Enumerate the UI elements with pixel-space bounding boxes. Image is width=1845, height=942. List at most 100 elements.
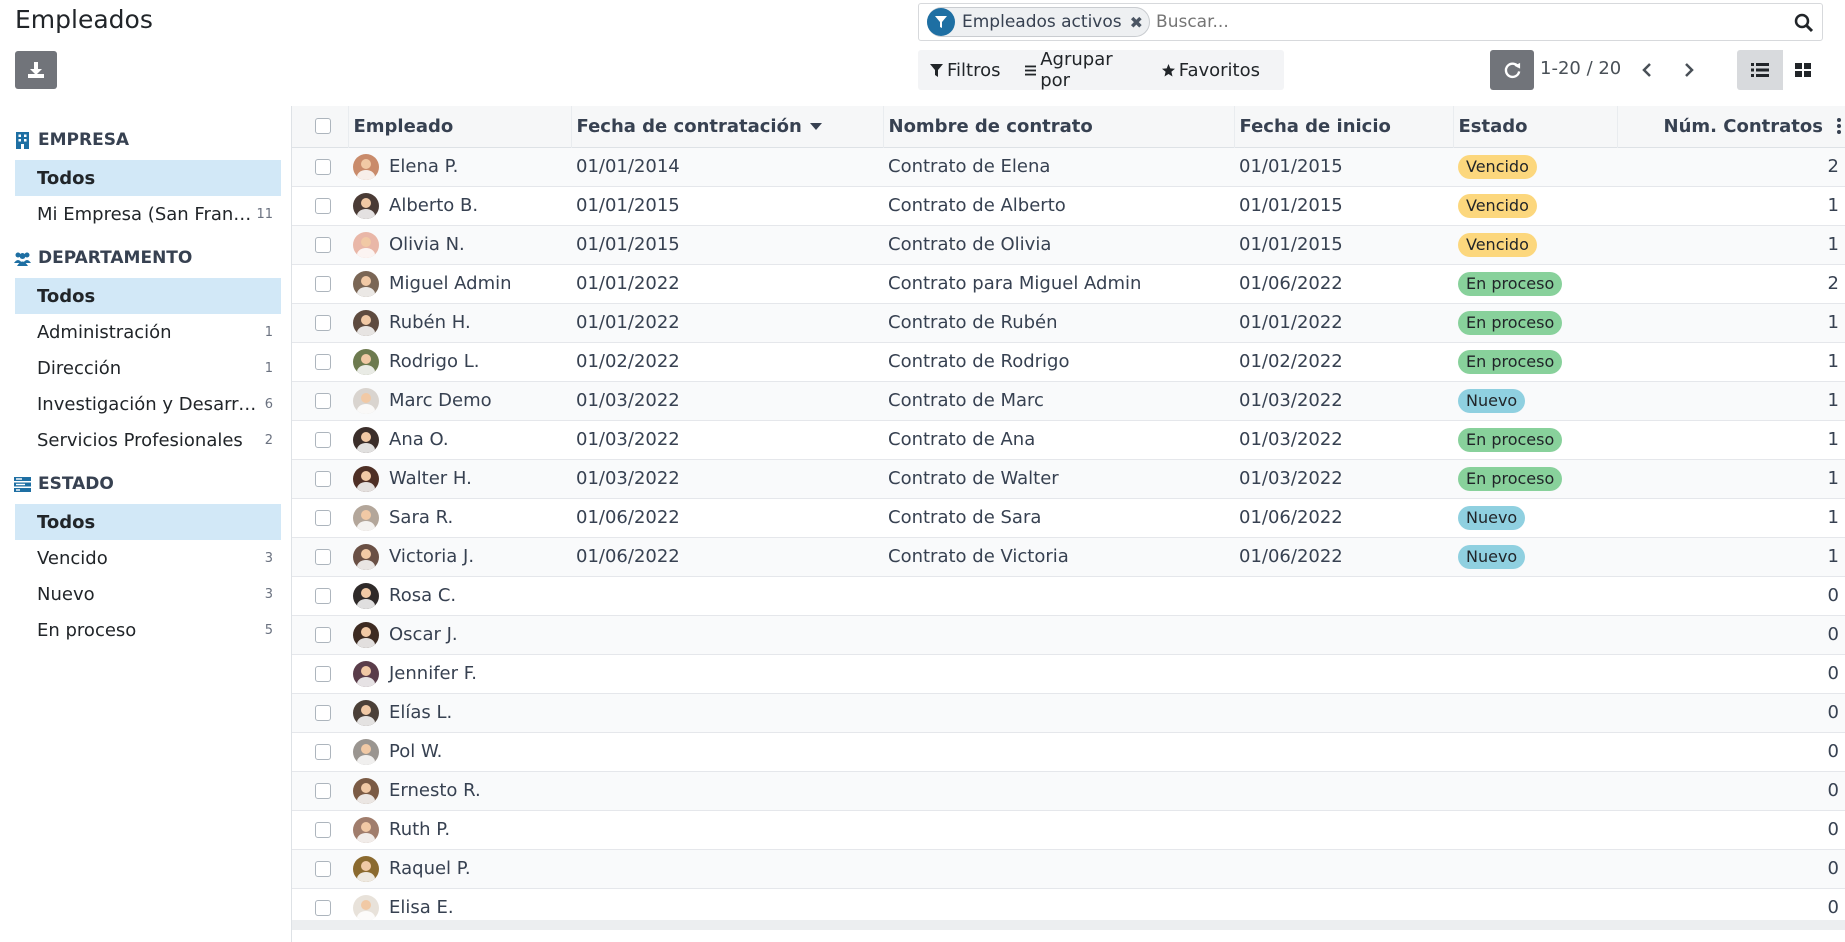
table-row[interactable]: Marc Demo 01/03/2022 Contrato de Marc 01/03… [292, 381, 1845, 420]
contracts-count-cell[interactable]: 1 [1617, 459, 1845, 498]
row-checkbox[interactable] [315, 392, 331, 409]
pager-previous-button[interactable] [1636, 58, 1658, 82]
row-checkbox[interactable] [315, 353, 331, 370]
start-date-cell[interactable]: 01/03/2022 [1234, 459, 1453, 498]
contract-name-cell[interactable]: Contrato de Elena [883, 147, 1234, 186]
contracts-count-cell[interactable]: 2 [1617, 264, 1845, 303]
employee-cell[interactable]: Pol W. [348, 732, 571, 771]
hire-date-cell[interactable]: 01/01/2022 [571, 264, 883, 303]
employee-cell[interactable]: Olivia N. [348, 225, 571, 264]
employee-cell[interactable]: Marc Demo [348, 381, 571, 420]
row-checkbox[interactable] [315, 704, 331, 721]
contract-name-cell[interactable] [883, 615, 1234, 654]
contracts-count-cell[interactable]: 1 [1617, 303, 1845, 342]
table-row[interactable]: Walter H. 01/03/2022 Contrato de Walter 01/… [292, 459, 1845, 498]
hire-date-cell[interactable]: 01/06/2022 [571, 537, 883, 576]
sidebar-item-administracion[interactable]: Administración 1 [15, 314, 281, 350]
row-checkbox[interactable] [315, 626, 331, 643]
employee-cell[interactable]: Sara R. [348, 498, 571, 537]
employee-cell[interactable]: Walter H. [348, 459, 571, 498]
kanban-view-button[interactable] [1783, 50, 1823, 90]
table-row[interactable]: Jennifer F. 0 [292, 654, 1845, 693]
start-date-cell[interactable] [1234, 771, 1453, 810]
employee-cell[interactable]: Rubén H. [348, 303, 571, 342]
column-header-nombre-contrato[interactable]: Nombre de contrato [883, 106, 1235, 147]
hire-date-cell[interactable]: 01/01/2015 [571, 225, 883, 264]
table-row[interactable]: Ernesto R. 0 [292, 771, 1845, 810]
contracts-count-cell[interactable]: 0 [1617, 693, 1845, 732]
start-date-cell[interactable] [1234, 576, 1453, 615]
start-date-cell[interactable] [1234, 654, 1453, 693]
contract-name-cell[interactable] [883, 810, 1234, 849]
sidebar-item-mi-empresa[interactable]: Mi Empresa (San Francisco) 11 [15, 196, 281, 232]
contracts-count-cell[interactable]: 2 [1617, 147, 1845, 186]
contracts-count-cell[interactable]: 0 [1617, 576, 1845, 615]
state-cell[interactable]: En proceso [1453, 459, 1617, 498]
hire-date-cell[interactable] [571, 654, 883, 693]
contract-name-cell[interactable]: Contrato de Rodrigo [883, 342, 1234, 381]
select-all-checkbox[interactable] [315, 118, 331, 135]
contract-name-cell[interactable]: Contrato de Marc [883, 381, 1234, 420]
sidebar-item-departamento-todos[interactable]: Todos [15, 278, 281, 314]
pager-next-button[interactable] [1678, 58, 1700, 82]
export-button[interactable] [15, 51, 57, 89]
employee-cell[interactable]: Elías L. [348, 693, 571, 732]
hire-date-cell[interactable] [571, 810, 883, 849]
start-date-cell[interactable] [1234, 810, 1453, 849]
contract-name-cell[interactable] [883, 654, 1234, 693]
column-header-fecha-inicio[interactable]: Fecha de inicio [1234, 106, 1454, 147]
start-date-cell[interactable]: 01/01/2015 [1234, 186, 1453, 225]
state-cell[interactable]: Nuevo [1453, 381, 1617, 420]
group-by-button[interactable]: Agrupar por [1024, 49, 1138, 91]
state-cell[interactable]: Vencido [1453, 147, 1617, 186]
filters-button[interactable]: Filtros [930, 60, 1001, 81]
start-date-cell[interactable] [1234, 849, 1453, 888]
row-select-cell[interactable] [292, 303, 348, 342]
employee-cell[interactable]: Ana O. [348, 420, 571, 459]
hire-date-cell[interactable] [571, 771, 883, 810]
employee-cell[interactable]: Rodrigo L. [348, 342, 571, 381]
row-checkbox[interactable] [315, 314, 331, 331]
contract-name-cell[interactable]: Contrato de Walter [883, 459, 1234, 498]
row-select-cell[interactable] [292, 264, 348, 303]
hire-date-cell[interactable] [571, 849, 883, 888]
start-date-cell[interactable]: 01/01/2022 [1234, 303, 1453, 342]
contract-name-cell[interactable] [883, 732, 1234, 771]
contract-name-cell[interactable]: Contrato de Olivia [883, 225, 1234, 264]
table-row[interactable]: Olivia N. 01/01/2015 Contrato de Olivia 01/… [292, 225, 1845, 264]
start-date-cell[interactable] [1234, 693, 1453, 732]
table-row[interactable]: Rosa C. 0 [292, 576, 1845, 615]
row-select-cell[interactable] [292, 654, 348, 693]
hire-date-cell[interactable] [571, 576, 883, 615]
start-date-cell[interactable]: 01/06/2022 [1234, 498, 1453, 537]
row-checkbox[interactable] [315, 821, 331, 838]
table-row[interactable]: Alberto B. 01/01/2015 Contrato de Alberto 0… [292, 186, 1845, 225]
sidebar-item-estado-todos[interactable]: Todos [15, 504, 281, 540]
row-select-cell[interactable] [292, 771, 348, 810]
select-all-header[interactable] [292, 106, 349, 147]
hire-date-cell[interactable]: 01/03/2022 [571, 420, 883, 459]
state-cell[interactable]: Nuevo [1453, 537, 1617, 576]
hire-date-cell[interactable] [571, 732, 883, 771]
state-cell[interactable]: En proceso [1453, 264, 1617, 303]
row-select-cell[interactable] [292, 732, 348, 771]
state-cell[interactable]: En proceso [1453, 420, 1617, 459]
horizontal-scrollbar[interactable] [292, 920, 1845, 930]
state-cell[interactable] [1453, 771, 1617, 810]
column-header-empleado[interactable]: Empleado [348, 106, 572, 147]
reload-button[interactable] [1490, 50, 1534, 90]
contracts-count-cell[interactable]: 1 [1617, 225, 1845, 264]
row-checkbox[interactable] [315, 860, 331, 877]
contracts-count-cell[interactable]: 0 [1617, 654, 1845, 693]
contract-name-cell[interactable] [883, 771, 1234, 810]
table-row[interactable]: Pol W. 0 [292, 732, 1845, 771]
row-checkbox[interactable] [315, 470, 331, 487]
row-checkbox[interactable] [315, 743, 331, 760]
contracts-count-cell[interactable]: 0 [1617, 810, 1845, 849]
employee-cell[interactable]: Ruth P. [348, 810, 571, 849]
row-select-cell[interactable] [292, 849, 348, 888]
state-cell[interactable] [1453, 849, 1617, 888]
contracts-count-cell[interactable]: 0 [1617, 615, 1845, 654]
table-row[interactable]: Sara R. 01/06/2022 Contrato de Sara 01/06/2… [292, 498, 1845, 537]
row-checkbox[interactable] [315, 275, 331, 292]
